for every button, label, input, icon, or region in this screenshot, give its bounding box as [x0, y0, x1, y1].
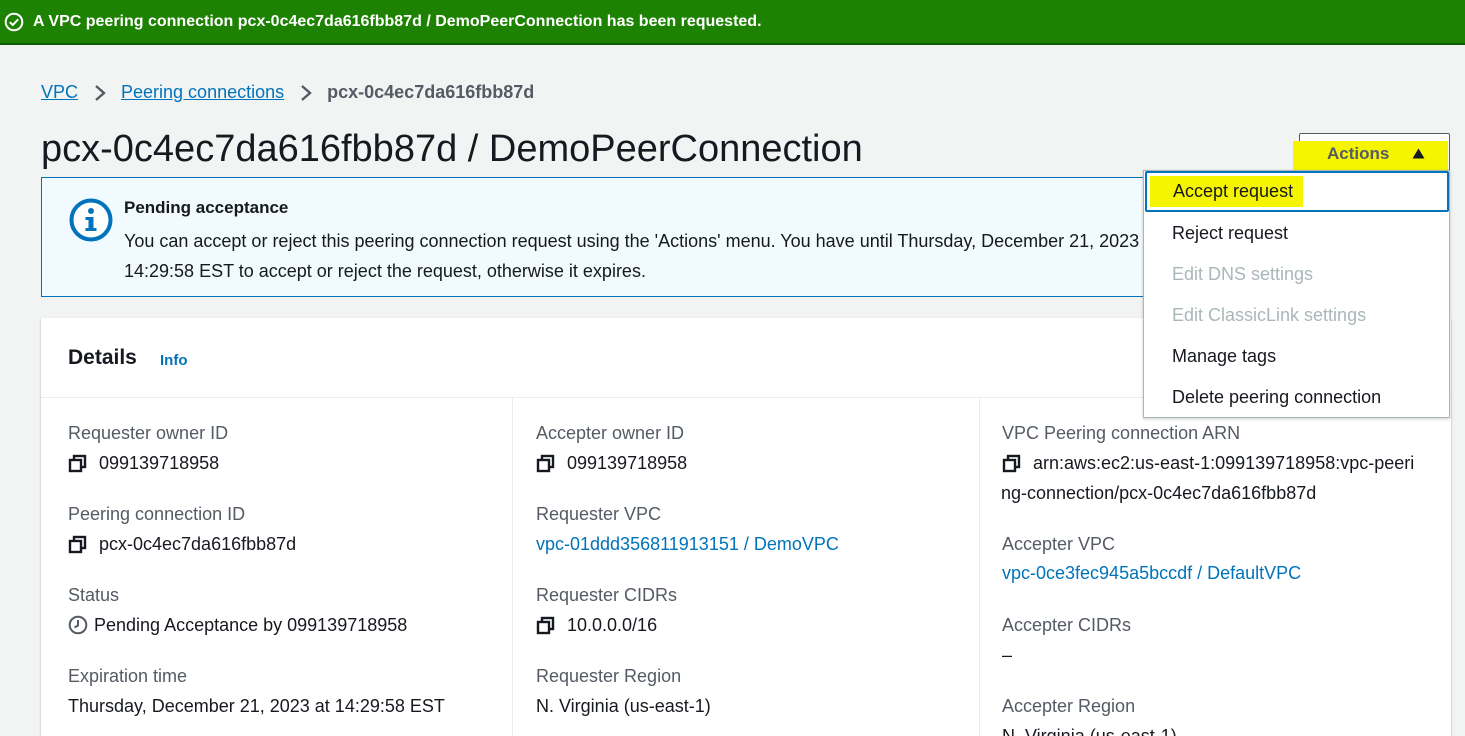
menu-item-label: Accept request — [1173, 181, 1294, 201]
alert-title: Pending acceptance — [124, 198, 289, 217]
field-value: 099139718958 — [99, 453, 220, 473]
field-label: Accepter owner ID — [536, 423, 685, 443]
field-value: 099139718958 — [567, 453, 688, 473]
field-value: pcx-0c4ec7da616fbb87d — [99, 534, 297, 554]
field-label: VPC Peering connection ARN — [1002, 423, 1241, 443]
chevron-right-icon — [95, 84, 106, 101]
accepter-region-field: Accepter Region N. Virginia (us-east-1) — [1002, 691, 1177, 736]
breadcrumb-current: pcx-0c4ec7da616fbb87d — [327, 82, 535, 102]
menu-item-accept-request[interactable]: Accept request — [1145, 171, 1449, 212]
field-label: Requester CIDRs — [536, 585, 678, 605]
copy-icon[interactable] — [68, 454, 87, 473]
field-label: Requester VPC — [536, 504, 662, 524]
accepter-vpc-link[interactable]: vpc-0ce3fec945a5bccdf / DefaultVPC — [1002, 558, 1301, 588]
requester-cidrs-field: Requester CIDRs 10.0.0.0/16 — [536, 580, 677, 640]
field-value: N. Virginia (us-east-1) — [1002, 726, 1177, 736]
menu-item-label: Edit ClassicLink settings — [1172, 305, 1367, 325]
menu-item-edit-classiclink-settings: Edit ClassicLink settings — [1144, 295, 1449, 336]
actions-menu: Accept request Reject request Edit DNS s… — [1143, 170, 1450, 418]
copy-icon[interactable] — [536, 454, 555, 473]
field-value: Thursday, December 21, 2023 at 14:29:58 … — [68, 696, 445, 716]
field-label: Status — [68, 585, 120, 605]
clock-icon — [68, 615, 88, 635]
menu-item-label: Delete peering connection — [1172, 387, 1382, 407]
expiration-time-field: Expiration time Thursday, December 21, 2… — [68, 661, 445, 721]
success-flash-banner: A VPC peering connection pcx-0c4ec7da616… — [0, 0, 1465, 45]
field-label: Requester Region — [536, 666, 682, 686]
menu-item-label: Edit DNS settings — [1172, 264, 1314, 284]
status-field: Status Pending Acceptance by 09913971895… — [68, 580, 407, 640]
actions-label: Actions — [1327, 144, 1390, 163]
menu-item-reject-request[interactable]: Reject request — [1144, 213, 1449, 254]
field-value: 10.0.0.0/16 — [567, 615, 658, 635]
check-circle-icon — [4, 12, 24, 31]
breadcrumb-peering-connections-link[interactable]: Peering connections — [121, 82, 284, 103]
menu-item-label: Manage tags — [1172, 346, 1277, 366]
details-heading: Details — [68, 346, 137, 369]
peering-connection-id-field: Peering connection ID pcx-0c4ec7da616fbb… — [68, 499, 296, 559]
accepter-vpc-field: Accepter VPC vpc-0ce3fec945a5bccdf / Def… — [1002, 529, 1301, 588]
field-label: Expiration time — [68, 666, 188, 686]
page-title: pcx-0c4ec7da616fbb87d / DemoPeerConnecti… — [41, 128, 863, 170]
copy-icon[interactable] — [68, 535, 87, 554]
actions-button[interactable]: Actions — [1293, 133, 1450, 174]
requester-vpc-link[interactable]: vpc-01ddd356811913151 / DemoVPC — [536, 529, 839, 559]
accepter-owner-id-field: Accepter owner ID 099139718958 — [536, 418, 687, 478]
field-label: Accepter Region — [1002, 696, 1136, 716]
pending-acceptance-alert: Pending acceptance You can accept or rej… — [41, 177, 1201, 297]
alert-body: You can accept or reject this peering co… — [124, 231, 1160, 281]
accepter-cidrs-field: Accepter CIDRs – — [1002, 610, 1131, 670]
copy-icon[interactable] — [536, 616, 555, 635]
details-column-3: VPC Peering connection ARN arn:aws:ec2:u… — [979, 398, 1449, 736]
peering-connection-arn-field: VPC Peering connection ARN arn:aws:ec2:u… — [1001, 418, 1422, 508]
field-label: Peering connection ID — [68, 504, 246, 524]
breadcrumb: VPC Peering connections pcx-0c4ec7da616f… — [41, 82, 534, 103]
menu-item-edit-dns-settings: Edit DNS settings — [1144, 254, 1449, 295]
field-value: N. Virginia (us-east-1) — [536, 696, 711, 716]
status-value: Pending Acceptance by 099139718958 — [94, 615, 408, 635]
chevron-right-icon — [301, 84, 312, 101]
details-column-2: Accepter owner ID 099139718958 Requester… — [512, 398, 978, 736]
field-label: Accepter VPC — [1002, 534, 1116, 554]
info-icon — [69, 198, 113, 242]
requester-owner-id-field: Requester owner ID 099139718958 — [68, 418, 228, 478]
details-column-1: Requester owner ID 099139718958 Peering … — [68, 398, 508, 736]
breadcrumb-vpc-link[interactable]: VPC — [41, 82, 78, 103]
requester-region-field: Requester Region N. Virginia (us-east-1) — [536, 661, 711, 721]
field-value: – — [1002, 645, 1013, 665]
menu-item-manage-tags[interactable]: Manage tags — [1144, 336, 1449, 377]
requester-vpc-field: Requester VPC vpc-01ddd356811913151 / De… — [536, 499, 839, 559]
field-label: Requester owner ID — [68, 423, 229, 443]
field-label: Accepter CIDRs — [1002, 615, 1132, 635]
field-value: arn:aws:ec2:us-east-1:099139718958:vpc-p… — [1001, 453, 1415, 503]
caret-up-icon — [1412, 148, 1425, 159]
flash-message: A VPC peering connection pcx-0c4ec7da616… — [33, 12, 762, 30]
info-link[interactable]: Info — [160, 352, 188, 369]
menu-item-label: Reject request — [1172, 223, 1289, 243]
menu-item-delete-peering-connection[interactable]: Delete peering connection — [1144, 377, 1449, 418]
